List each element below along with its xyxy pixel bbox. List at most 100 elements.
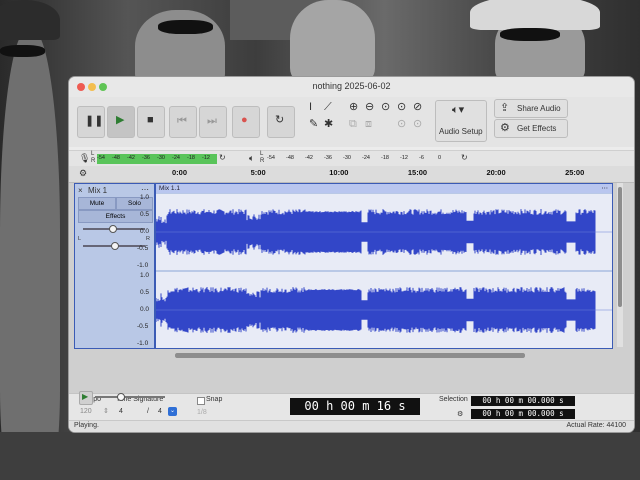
snap-checkbox[interactable] — [197, 397, 205, 405]
window-title: nothing 2025-06-02 — [312, 81, 391, 91]
play-speed-knob[interactable] — [117, 393, 125, 401]
waveform[interactable] — [156, 184, 612, 348]
play-meter-tick-4: -30 — [343, 155, 351, 161]
loop-button[interactable]: ↻ — [267, 106, 295, 138]
timeline-ruler[interactable]: ⚙ 0:00 5:00 10:00 15:00 20:00 25:00 — [69, 166, 634, 183]
zoom-out-icon[interactable]: ⊖ — [365, 102, 374, 113]
amplitude-label-ch1-2: 0.0 — [140, 306, 150, 313]
speaker-icon: 🔈︎▾ — [452, 104, 465, 116]
playback-level-icon[interactable]: ↻ — [461, 154, 468, 162]
undo-zoom-icon[interactable]: ⊙ — [397, 119, 406, 130]
horizontal-scroll-thumb[interactable] — [175, 353, 525, 358]
draw-tool-icon[interactable]: ✎ — [309, 119, 318, 130]
vertical-scroll-thumb[interactable] — [618, 187, 622, 307]
fit-selection-icon[interactable]: ⊙ — [381, 102, 390, 113]
play-button[interactable]: ▶ — [107, 106, 135, 138]
silence-icon[interactable]: ⧈ — [365, 119, 372, 130]
trim-icon[interactable]: ⧉ — [349, 119, 357, 130]
record-level-slider-icon[interactable]: ↻ — [219, 154, 226, 162]
amplitude-label-ch1-3: -0.5 — [137, 323, 149, 330]
record-button[interactable]: ● — [232, 106, 260, 138]
stop-button[interactable]: ■ — [137, 106, 165, 138]
person-1 — [0, 30, 60, 480]
main-time-display[interactable]: 00 h 00 m 16 s — [290, 398, 420, 415]
play-meter-tick-8: -6 — [419, 155, 424, 161]
snap-value[interactable]: 1/8 — [197, 409, 207, 416]
play-speed-slider[interactable] — [95, 393, 165, 401]
time-signature-dropdown[interactable]: ⌄ — [168, 407, 177, 416]
ruler-tick-1: 5:00 — [250, 168, 266, 177]
time-signature-denominator[interactable]: 4 — [158, 408, 162, 415]
skip-end-icon: ⏭ — [207, 115, 217, 127]
selection-start-field[interactable]: 00 h 00 m 00.000 s — [471, 396, 575, 406]
pause-button[interactable]: ❚❚ — [77, 106, 105, 138]
share-audio-button[interactable]: ⇪ Share Audio — [494, 99, 568, 118]
amplitude-label-ch1-4: -1.0 — [137, 340, 149, 347]
selection-end-field[interactable]: 00 h 00 m 00.000 s — [471, 409, 575, 419]
amplitude-label-ch0-0: 1.0 — [140, 194, 150, 201]
ruler-tick-5: 25:00 — [565, 168, 585, 177]
play-at-speed-button[interactable]: ▶ — [79, 391, 93, 405]
get-effects-button[interactable]: ⚙ Get Effects — [494, 119, 568, 138]
time-signature-numerator[interactable]: 4 — [119, 408, 123, 415]
selection-tool-icon[interactable]: I — [309, 102, 312, 113]
vertical-scrollbar[interactable] — [617, 183, 623, 347]
loop-icon: ↻ — [275, 114, 285, 126]
record-meter-tick-3: -36 — [142, 155, 150, 161]
ruler-tick-3: 15:00 — [407, 168, 428, 177]
amplitude-label-ch0-2: 0.0 — [140, 228, 150, 235]
selection-label: Selection — [439, 396, 468, 403]
track-name[interactable]: Mix 1 — [88, 186, 107, 195]
redo-zoom-icon[interactable]: ⊙ — [413, 119, 422, 130]
ruler-tick-4: 20:00 — [486, 168, 506, 177]
play-meter-tick-6: -18 — [381, 155, 389, 161]
record-icon: ● — [241, 114, 248, 126]
share-audio-label: Share Audio — [517, 104, 561, 113]
status-text: Playing. — [74, 422, 99, 429]
zoom-toggle-icon[interactable]: ⊘ — [413, 102, 422, 113]
tracks-area: × Mix 1 ⋯ Mute Solo Effects L R 1.0 0.5 0.… — [69, 183, 634, 393]
track-control-panel: × Mix 1 ⋯ Mute Solo Effects L R 1.0 0.5 0.… — [74, 183, 155, 349]
record-meter[interactable]: -54 -48 -42 -36 -30 -24 -18 -12 — [97, 154, 217, 164]
gain-slider-knob[interactable] — [109, 225, 117, 233]
title-bar: nothing 2025-06-02 — [69, 77, 634, 97]
close-track-icon[interactable]: × — [78, 186, 83, 195]
play-meter-tick-0: -54 — [267, 155, 275, 161]
record-meter-R: R — [91, 158, 96, 164]
amplitude-label-ch0-1: 0.5 — [140, 211, 150, 218]
meter-toolbar: 🎙︎ L R -54 -48 -42 -36 -30 -24 -18 -12 ↻ 🔈︎ L R… — [69, 150, 634, 167]
status-bar: Playing. Actual Rate: 44100 — [69, 420, 634, 432]
zoom-in-icon[interactable]: ⊕ — [349, 102, 358, 113]
record-meter-scale: -54 -48 -42 -36 -30 -24 -18 -12 — [97, 155, 217, 163]
mute-button[interactable]: Mute — [78, 197, 116, 210]
snap-label: Snap — [206, 396, 223, 403]
record-meter-tick-7: -12 — [202, 155, 210, 161]
audio-setup-button[interactable]: 🔈︎▾ Audio Setup — [435, 100, 487, 142]
pan-slider[interactable] — [83, 242, 145, 250]
record-meter-tick-1: -48 — [112, 155, 120, 161]
ruler-tick-2: 10:00 — [329, 168, 349, 177]
envelope-tool-icon[interactable]: ⟋ — [324, 102, 332, 113]
play-meter-tick-9: 0 — [438, 155, 442, 161]
pause-icon: ❚❚ — [85, 115, 104, 127]
skip-to-start-button[interactable]: ⏮ — [169, 106, 197, 138]
record-meter-tick-0: -54 — [97, 155, 105, 161]
track-lane[interactable]: Mix 1.1 ⋯ — [155, 183, 613, 349]
fit-project-icon[interactable]: ⊙ — [397, 102, 406, 113]
pan-slider-knob[interactable] — [111, 242, 119, 250]
play-meter-tick-2: -42 — [305, 155, 313, 161]
tempo-field[interactable]: 120 — [80, 408, 92, 415]
horizontal-scrollbar[interactable] — [175, 353, 525, 358]
multi-tool-icon[interactable]: ✱ — [324, 119, 333, 130]
toolbar: ❚❚ ▶ ■ ⏮ ⏭ ● ↻ I ⟋ ✎ ✱ ⊕ ⊖ ⊙ ⊙ ⊘ ⧉ ⧈ ⊙ ⊙… — [69, 97, 634, 147]
play-meter-scale[interactable]: -54 -48 -42 -36 -30 -24 -18 -12 -6 0 — [267, 155, 457, 164]
audio-setup-label: Audio Setup — [439, 127, 483, 136]
selection-options-icon[interactable]: ⚙ — [457, 410, 463, 418]
person-3 — [290, 0, 375, 85]
gain-slider[interactable] — [83, 225, 145, 233]
record-meter-tick-2: -42 — [127, 155, 135, 161]
skip-to-end-button[interactable]: ⏭ — [199, 106, 227, 138]
tempo-stepper-icon[interactable]: ⇕ — [103, 407, 109, 415]
track-menu-icon[interactable]: ⋯ — [141, 185, 149, 194]
record-meter-tick-6: -18 — [187, 155, 195, 161]
